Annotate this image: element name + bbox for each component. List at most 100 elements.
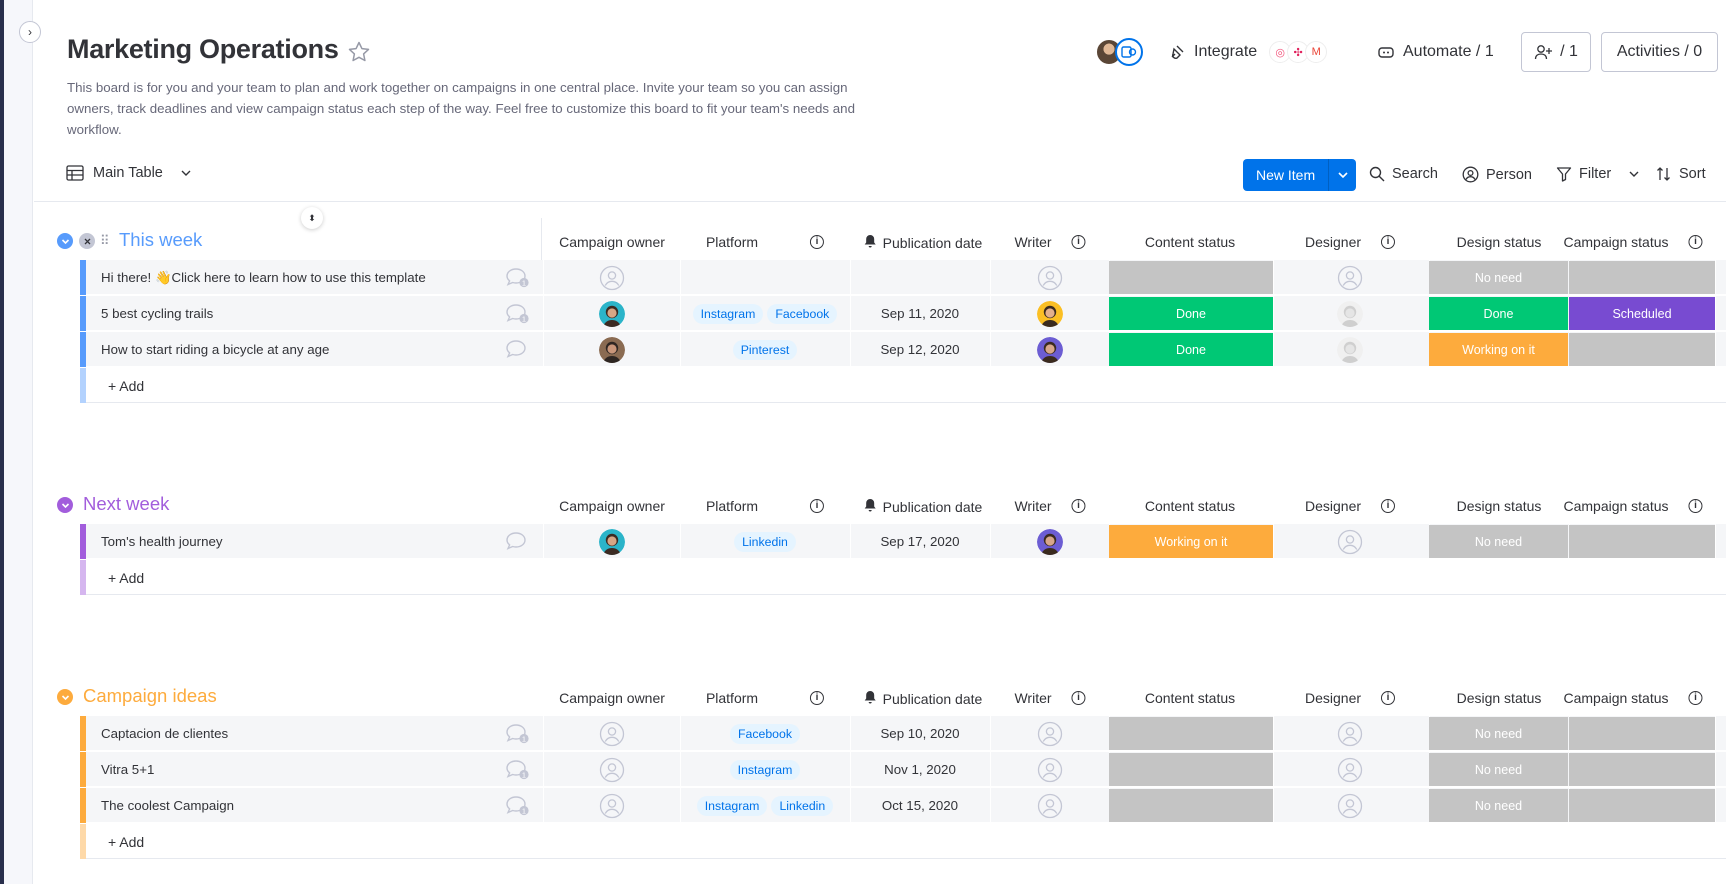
- info-icon[interactable]: i: [1071, 235, 1086, 249]
- info-icon[interactable]: i: [1071, 499, 1086, 513]
- person-placeholder-icon[interactable]: [599, 265, 625, 291]
- item-name[interactable]: How to start riding a bicycle at any age: [101, 342, 329, 357]
- designer-cell[interactable]: [1320, 752, 1380, 787]
- publication-date-column-header[interactable]: Publication date: [864, 234, 982, 251]
- designer-cell[interactable]: [1320, 716, 1380, 751]
- item-name[interactable]: Tom's health journey: [101, 534, 223, 549]
- publication-date-cell[interactable]: Oct 15, 2020: [850, 788, 990, 823]
- table-row[interactable]: How to start riding a bicycle at any age…: [80, 332, 1726, 367]
- automate-button[interactable]: Automate / 1: [1377, 38, 1494, 66]
- group-collapse-icon[interactable]: [57, 689, 73, 705]
- writer-column-header[interactable]: Writer i: [1014, 234, 1086, 250]
- bell-icon[interactable]: [864, 234, 877, 251]
- owner-cell[interactable]: [582, 260, 642, 295]
- publication-date-cell[interactable]: Nov 1, 2020: [850, 752, 990, 787]
- design-status-cell[interactable]: Done: [1429, 297, 1568, 330]
- design-status-cell[interactable]: No need: [1429, 261, 1568, 294]
- item-name[interactable]: Captacion de clientes: [101, 726, 228, 741]
- content-status-column-header[interactable]: Content status: [1145, 234, 1235, 250]
- info-icon[interactable]: i: [1381, 691, 1396, 705]
- item-name[interactable]: Vitra 5+1: [101, 762, 154, 777]
- info-icon[interactable]: i: [1688, 235, 1703, 249]
- writer-cell[interactable]: [1020, 524, 1080, 559]
- designer-column-header[interactable]: Designer i: [1305, 498, 1396, 514]
- platform-cell[interactable]: Instagram Linkedin: [680, 788, 850, 823]
- person-placeholder-icon[interactable]: [1337, 793, 1363, 819]
- writer-column-header[interactable]: Writer i: [1014, 498, 1086, 514]
- chevron-down-icon[interactable]: [1628, 168, 1640, 180]
- content-status-cell[interactable]: Done: [1109, 297, 1273, 330]
- info-icon[interactable]: i: [1688, 499, 1703, 513]
- publication-date-column-header[interactable]: Publication date: [864, 690, 982, 707]
- avatar[interactable]: [599, 528, 625, 555]
- person-placeholder-icon[interactable]: [1037, 265, 1063, 291]
- avatar[interactable]: [1337, 300, 1363, 327]
- person-placeholder-icon[interactable]: [1037, 721, 1063, 747]
- design-status-column-header[interactable]: Design status: [1457, 498, 1542, 514]
- avatar[interactable]: [1037, 528, 1063, 555]
- person-placeholder-icon[interactable]: [1337, 757, 1363, 783]
- writer-cell[interactable]: [1020, 332, 1080, 367]
- view-switcher[interactable]: Main Table: [66, 164, 192, 182]
- board-title[interactable]: Marketing Operations: [67, 34, 339, 65]
- invite-members-button[interactable]: / 1: [1521, 32, 1591, 72]
- sort-button[interactable]: Sort: [1656, 166, 1706, 182]
- design-status-cell[interactable]: No need: [1429, 753, 1568, 786]
- platform-cell[interactable]: Instagram Facebook: [680, 296, 850, 331]
- add-update-icon[interactable]: [505, 339, 529, 360]
- publication-date-cell[interactable]: Sep 10, 2020: [850, 716, 990, 751]
- expand-sidebar-button[interactable]: ›: [19, 21, 41, 43]
- platform-column-header[interactable]: Platform i: [706, 690, 825, 706]
- campaign-status-column-header[interactable]: Campaign status i: [1563, 498, 1703, 514]
- table-row[interactable]: 5 best cycling trails 1 Instagram Facebook S…: [80, 296, 1726, 331]
- writer-cell[interactable]: [1020, 752, 1080, 787]
- drag-handle-icon[interactable]: ⠿: [100, 233, 110, 249]
- integrate-button[interactable]: Integrate ◎ ✣ M: [1168, 38, 1328, 66]
- star-icon[interactable]: [347, 40, 371, 64]
- item-name[interactable]: 5 best cycling trails: [101, 306, 213, 321]
- person-placeholder-icon[interactable]: [1337, 529, 1363, 555]
- owner-column-header[interactable]: Campaign owner: [559, 234, 665, 250]
- new-item-dropdown[interactable]: [1328, 159, 1357, 191]
- updates-count-icon[interactable]: 1: [505, 723, 529, 744]
- content-status-cell[interactable]: [1109, 717, 1273, 750]
- owner-cell[interactable]: [582, 524, 642, 559]
- writer-cell[interactable]: [1020, 260, 1080, 295]
- design-status-column-header[interactable]: Design status: [1457, 234, 1542, 250]
- platform-cell[interactable]: [680, 260, 850, 295]
- item-name[interactable]: The coolest Campaign: [101, 798, 234, 813]
- content-status-cell[interactable]: [1109, 753, 1273, 786]
- group-collapse-icon[interactable]: [57, 497, 73, 513]
- platform-column-header[interactable]: Platform i: [706, 234, 825, 250]
- person-filter-button[interactable]: Person: [1462, 166, 1532, 183]
- bell-icon[interactable]: [864, 498, 877, 515]
- info-icon[interactable]: i: [810, 691, 825, 705]
- table-row[interactable]: The coolest Campaign 1 Instagram Linkedin Oc…: [80, 788, 1726, 823]
- platform-cell[interactable]: Instagram: [680, 752, 850, 787]
- campaign-status-cell[interactable]: [1569, 261, 1715, 294]
- owner-cell[interactable]: [582, 752, 642, 787]
- info-icon[interactable]: i: [1688, 691, 1703, 705]
- owner-cell[interactable]: [582, 332, 642, 367]
- person-placeholder-icon[interactable]: [1037, 793, 1063, 819]
- person-placeholder-icon[interactable]: [1337, 721, 1363, 747]
- activities-button[interactable]: Activities / 0: [1601, 32, 1718, 72]
- new-item-button[interactable]: New Item: [1243, 159, 1329, 191]
- updates-count-icon[interactable]: 1: [505, 795, 529, 816]
- campaign-status-cell[interactable]: [1569, 525, 1715, 558]
- board-description[interactable]: This board is for you and your team to p…: [67, 77, 867, 140]
- campaign-status-cell[interactable]: [1569, 753, 1715, 786]
- content-status-cell[interactable]: Done: [1109, 333, 1273, 366]
- writer-cell[interactable]: [1020, 296, 1080, 331]
- platform-cell[interactable]: Pinterest: [680, 332, 850, 367]
- add-update-icon[interactable]: [505, 531, 529, 552]
- person-placeholder-icon[interactable]: [599, 793, 625, 819]
- design-status-cell[interactable]: No need: [1429, 717, 1568, 750]
- info-icon[interactable]: i: [1381, 499, 1396, 513]
- person-placeholder-icon[interactable]: [599, 757, 625, 783]
- platform-cell[interactable]: Facebook: [680, 716, 850, 751]
- campaign-status-cell[interactable]: [1569, 789, 1715, 822]
- content-status-cell[interactable]: Working on it: [1109, 525, 1273, 558]
- publication-date-cell[interactable]: [850, 260, 990, 295]
- search-button[interactable]: Search: [1369, 166, 1438, 182]
